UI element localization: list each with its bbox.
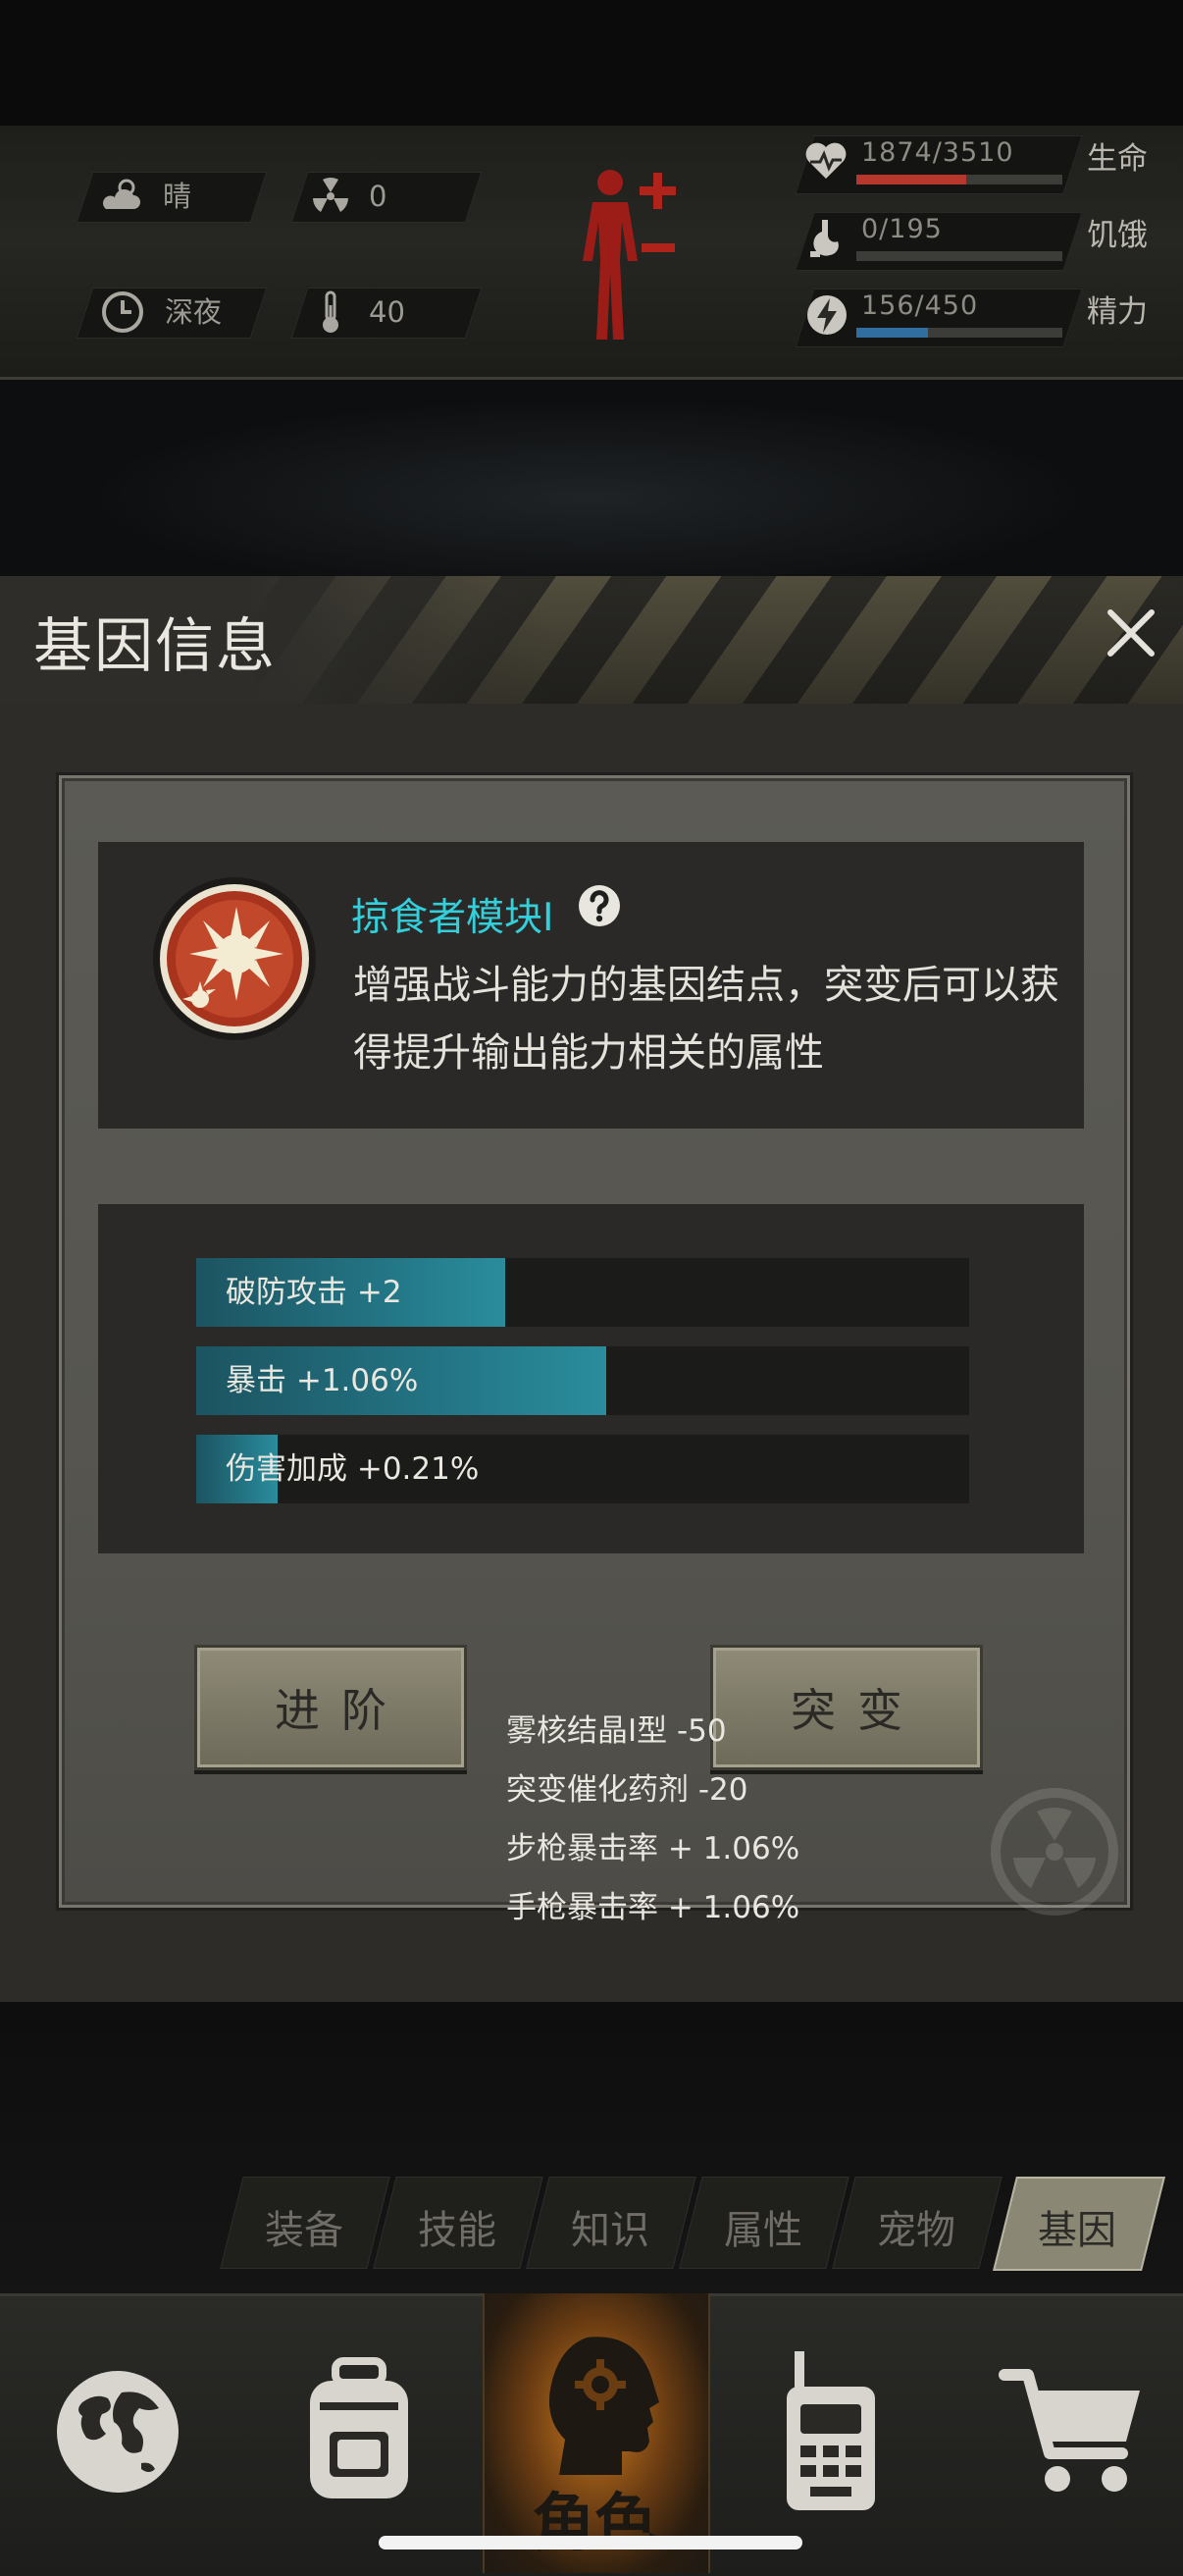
hunger-bar — [856, 251, 1062, 261]
health-label: 生命 — [1087, 141, 1148, 177]
stat-bar: 伤害加成 +0.21% — [196, 1435, 969, 1503]
radiation-icon — [313, 178, 348, 212]
cost-line: 手枪暴击率 + 1.06% — [506, 1890, 800, 1925]
predator-gene-icon — [153, 877, 316, 1040]
cost-line: 突变催化药剂 -20 — [506, 1772, 748, 1808]
close-icon[interactable] — [1101, 603, 1161, 663]
tab-pets-label: 宠物 — [877, 2208, 955, 2253]
advance-button[interactable]: 进阶 — [194, 1645, 467, 1770]
stat-label: 破防攻击 +2 — [226, 1275, 402, 1310]
radiation-value: 0 — [369, 180, 387, 213]
backpack-icon[interactable] — [290, 2353, 428, 2510]
gene-description: 增强战斗能力的基因结点，突变后可以获得提升输出能力相关的属性 — [353, 963, 1059, 1076]
nav-character-label: 角色 — [532, 2488, 657, 2560]
cart-icon[interactable] — [999, 2363, 1146, 2500]
stat-label: 暴击 +1.06% — [226, 1363, 419, 1398]
hunger-label: 饥饿 — [1087, 218, 1148, 253]
tab-genes-label: 基因 — [1038, 2208, 1116, 2253]
background-scene — [0, 380, 1183, 576]
energy-label: 精力 — [1087, 294, 1148, 330]
radiation-watermark-icon — [991, 1788, 1118, 1916]
energy-bolt-icon — [807, 295, 847, 335]
thermometer-icon — [323, 290, 338, 333]
health-value: 1874/3510 — [861, 137, 1014, 168]
body-figure-icon[interactable] — [571, 165, 689, 351]
time-value: 深夜 — [165, 295, 223, 329]
tab-skills-label: 技能 — [418, 2208, 496, 2253]
home-indicator[interactable] — [379, 2536, 802, 2550]
temperature-value: 40 — [369, 295, 405, 329]
gene-name: 掠食者模块Ⅰ — [351, 896, 554, 940]
cost-line: 雾核结晶Ⅰ型 -50 — [506, 1713, 727, 1749]
stomach-icon — [810, 220, 839, 257]
status-bar: 晴 0 深夜 40 1874/3510 生命 0/195 饥饿 156/450 … — [0, 126, 1183, 380]
hunger-value: 0/195 — [861, 214, 943, 244]
tab-attributes-label: 属性 — [724, 2208, 802, 2253]
tab-knowledge-label: 知识 — [571, 2208, 649, 2253]
weather-value: 晴 — [163, 180, 192, 213]
character-head-icon[interactable] — [516, 2328, 673, 2485]
radio-icon[interactable] — [777, 2347, 885, 2514]
globe-icon[interactable] — [53, 2353, 182, 2510]
cloud-sun-icon — [103, 179, 140, 209]
energy-bar-fill — [856, 328, 928, 338]
tab-equipment-label: 装备 — [265, 2208, 343, 2253]
stat-label: 伤害加成 +0.21% — [226, 1451, 480, 1487]
energy-value: 156/450 — [861, 290, 979, 321]
clock-icon — [102, 291, 143, 333]
help-icon[interactable] — [577, 883, 622, 928]
mutate-button[interactable]: 突变 — [710, 1645, 983, 1770]
dialog-title: 基因信息 — [33, 612, 277, 681]
stat-bar: 破防攻击 +2 — [196, 1258, 969, 1327]
health-bar-fill — [856, 175, 966, 184]
heart-pulse-icon — [805, 142, 847, 179]
stat-bar: 暴击 +1.06% — [196, 1346, 969, 1415]
cost-line: 步枪暴击率 + 1.06% — [506, 1831, 800, 1866]
